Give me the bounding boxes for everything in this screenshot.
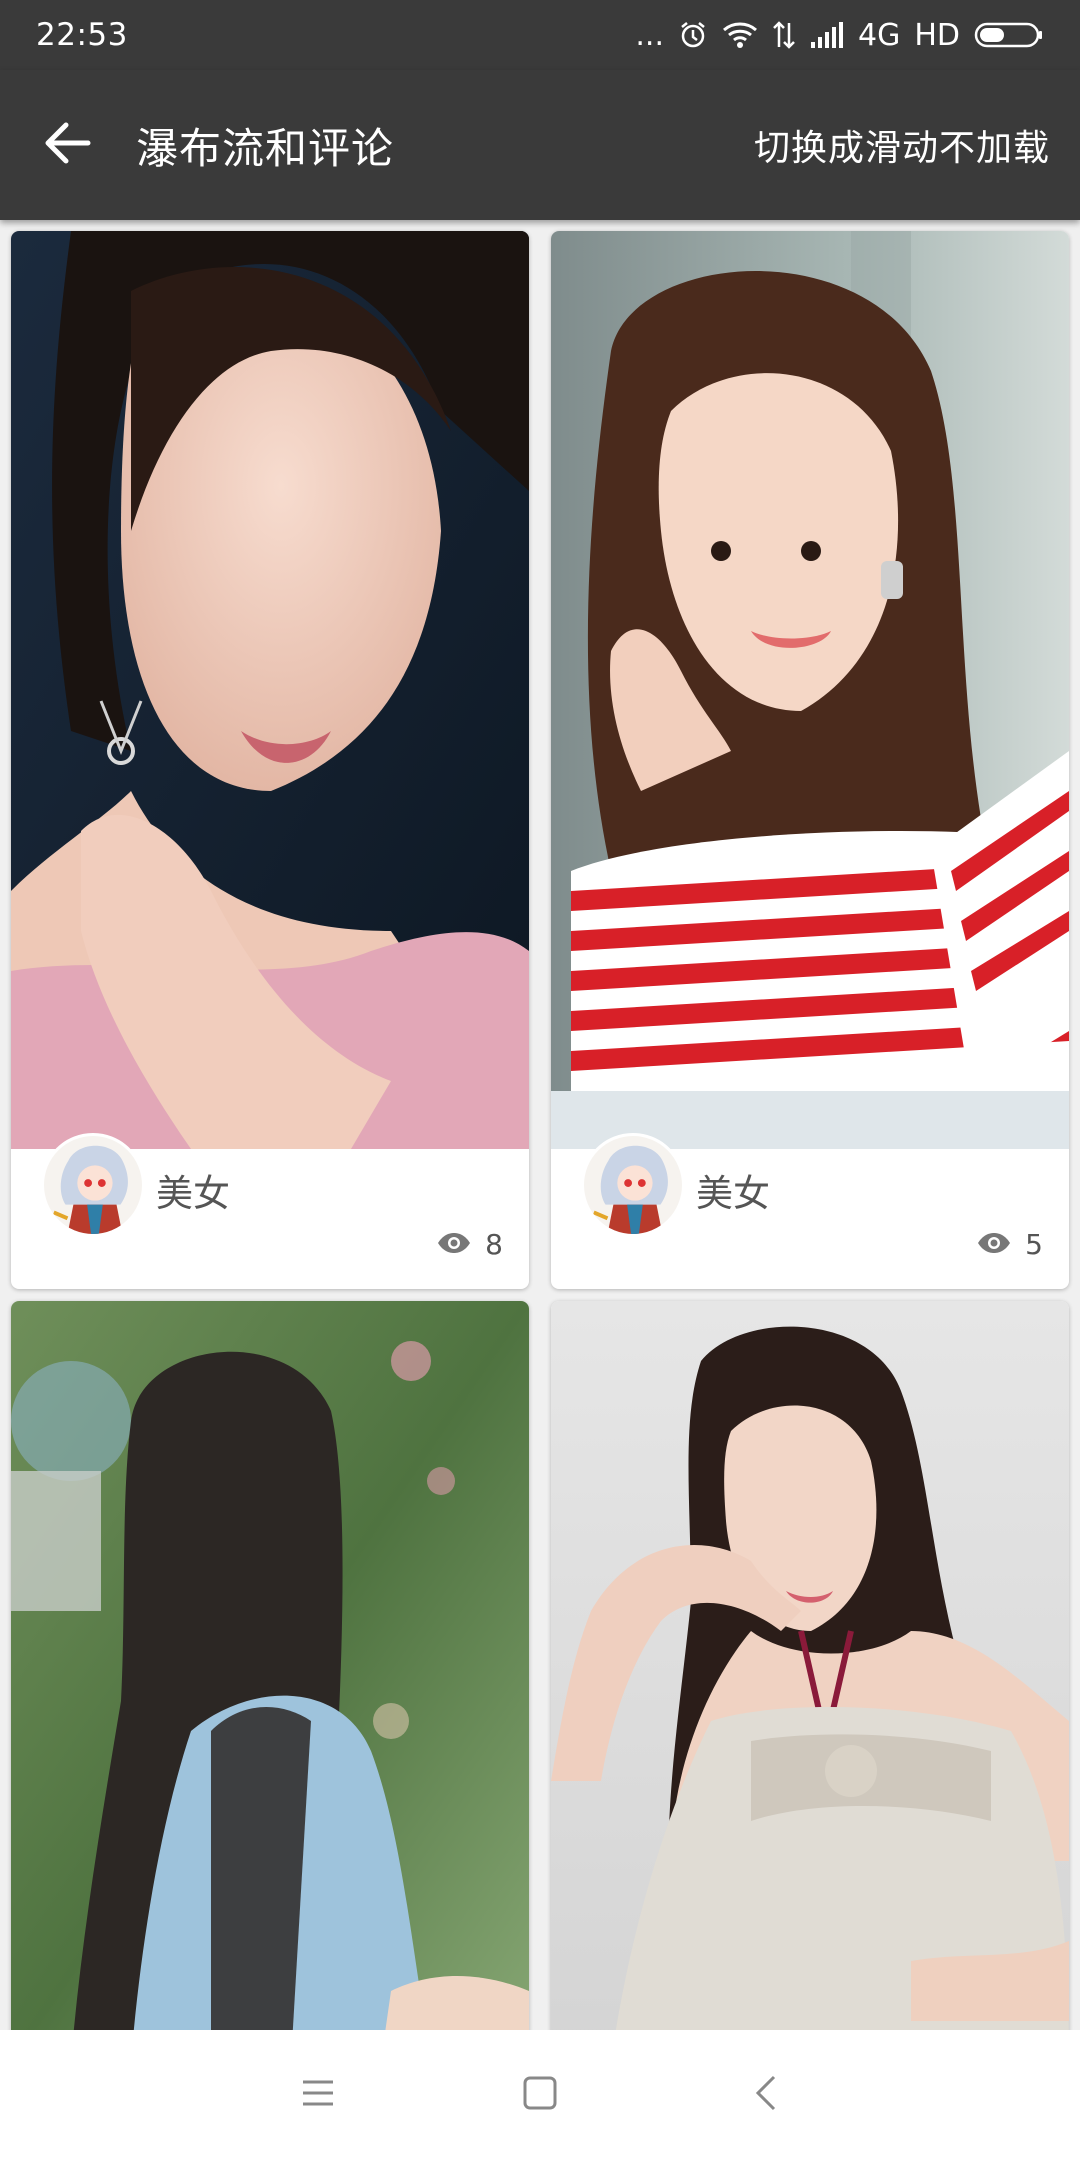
- toolbar: 瀑布流和评论 切换成滑动不加载: [0, 70, 1080, 220]
- menu-icon: [301, 2078, 335, 2112]
- eye-icon: [437, 1228, 471, 1261]
- page-title: 瀑布流和评论: [136, 123, 395, 173]
- wifi-icon: [722, 21, 758, 49]
- more-dots: ...: [635, 17, 664, 53]
- home-square-icon: [523, 2076, 557, 2114]
- photo-card[interactable]: 美女 8: [11, 231, 529, 1289]
- photo-card[interactable]: [551, 1301, 1069, 2030]
- waterfall-grid[interactable]: 美女 8 美女 5: [0, 220, 1080, 2030]
- view-count: 5: [977, 1228, 1043, 1261]
- card-photo[interactable]: [11, 1301, 529, 2030]
- alarm-icon: [678, 20, 708, 50]
- photo-card[interactable]: 美女 5: [551, 231, 1069, 1289]
- battery-icon: [974, 20, 1044, 50]
- view-count-value: 5: [1025, 1228, 1043, 1261]
- nav-home-button[interactable]: [505, 2060, 575, 2130]
- card-footer: 美女 5: [551, 1133, 1069, 1279]
- status-icons: ... 4G HD: [635, 18, 1044, 53]
- photo-card[interactable]: [11, 1301, 529, 2030]
- back-arrow-icon: [44, 121, 92, 169]
- card-photo[interactable]: [551, 1301, 1069, 2030]
- card-photo[interactable]: [551, 231, 1069, 1149]
- view-count: 8: [437, 1228, 503, 1261]
- data-transfer-icon: [772, 20, 796, 50]
- eye-icon: [977, 1228, 1011, 1261]
- network-type: 4G: [857, 17, 901, 53]
- system-nav-bar: [0, 2030, 1080, 2160]
- card-photo[interactable]: [11, 231, 529, 1149]
- status-bar: 22:53 ... 4G HD: [0, 0, 1080, 70]
- card-title: 美女: [156, 1172, 230, 1215]
- back-button[interactable]: [0, 70, 136, 220]
- toggle-scroll-loading-button[interactable]: 切换成滑动不加载: [754, 119, 1080, 171]
- avatar[interactable]: [41, 1133, 145, 1237]
- nav-menu-button[interactable]: [283, 2060, 353, 2130]
- card-title: 美女: [696, 1172, 770, 1215]
- avatar[interactable]: [581, 1133, 685, 1237]
- card-footer: 美女 8: [11, 1133, 529, 1279]
- back-chevron-icon: [755, 2075, 777, 2115]
- status-time: 22:53: [36, 17, 128, 53]
- hd-badge: HD: [914, 17, 960, 53]
- nav-back-button[interactable]: [731, 2060, 801, 2130]
- view-count-value: 8: [485, 1228, 503, 1261]
- signal-icon: [810, 22, 844, 48]
